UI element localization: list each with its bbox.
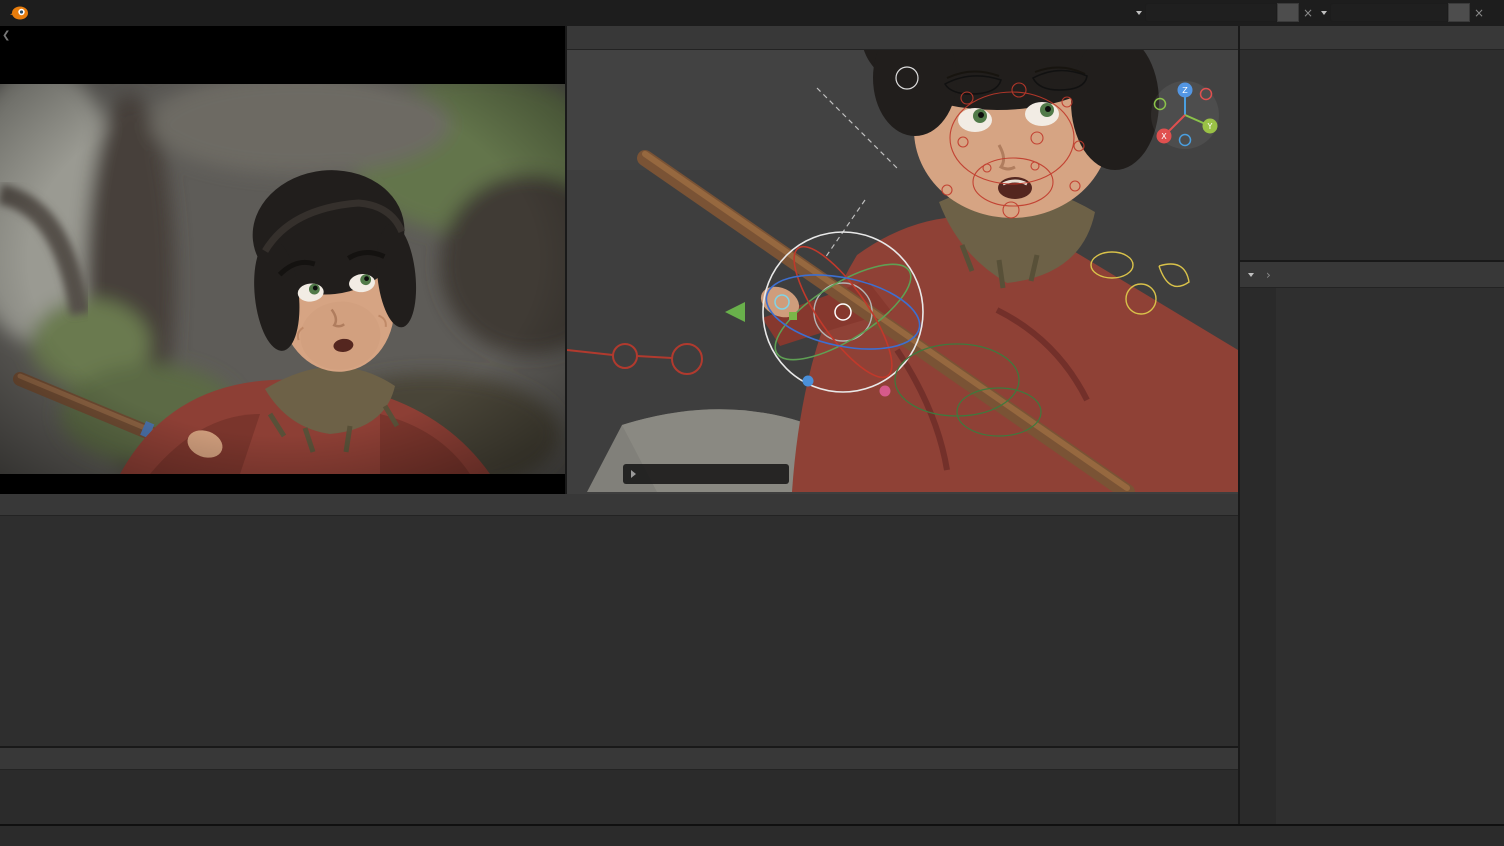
scene-copy-button[interactable]	[1277, 3, 1299, 22]
view-layer-field[interactable]	[1330, 3, 1448, 22]
status-bar	[0, 824, 1504, 846]
view-layer-copy-button[interactable]	[1448, 3, 1470, 22]
region-collapse-icon[interactable]: ❮	[2, 30, 10, 41]
camera-preview-viewport[interactable]: ❮	[0, 26, 567, 494]
3d-viewport[interactable]: Z Y X	[567, 26, 1240, 494]
camera-render-image	[0, 84, 565, 474]
view-layer-close-icon[interactable]: ×	[1470, 6, 1488, 20]
blender-window: × × ❮ Z Y X ›	[0, 0, 1504, 846]
svg-text:Y: Y	[1207, 122, 1213, 131]
viewport-canvas[interactable]: Z Y X	[567, 50, 1238, 492]
properties-editor: ›	[1240, 262, 1504, 824]
svg-text:X: X	[1161, 132, 1167, 141]
viewport-scene	[567, 50, 1238, 492]
svg-text:Z: Z	[1182, 86, 1188, 95]
operator-hint	[623, 464, 789, 484]
scene-name-field[interactable]	[1145, 3, 1277, 22]
timeline-editor	[0, 746, 1240, 824]
axis-navigation-gizmo[interactable]: Z Y X	[1150, 80, 1220, 150]
view-layer-selector[interactable]: ×	[1318, 3, 1488, 22]
dope-sheet-editor	[0, 494, 1240, 746]
scene-selector[interactable]: ×	[1133, 3, 1317, 22]
topbar: × ×	[0, 0, 1504, 26]
properties-tab-column	[1240, 288, 1276, 824]
outliner	[1240, 26, 1504, 262]
blender-logo-icon[interactable]	[8, 3, 30, 23]
scene-close-icon[interactable]: ×	[1299, 6, 1317, 20]
properties-breadcrumb: ›	[1240, 262, 1504, 288]
